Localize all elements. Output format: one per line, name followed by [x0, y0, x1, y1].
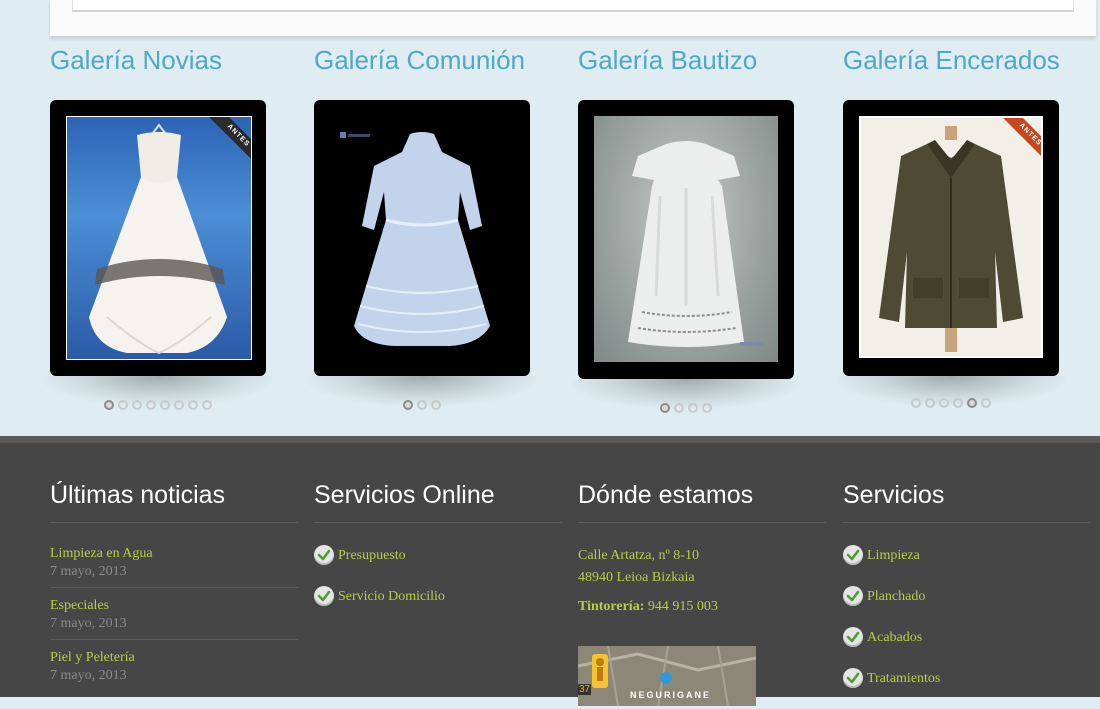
gallery-title-bautizo[interactable]: Galería Bautizo — [578, 40, 803, 80]
divider — [50, 522, 298, 523]
news-item: Especiales 7 mayo, 2013 — [50, 597, 298, 640]
slider-dot[interactable] — [702, 403, 712, 413]
divider — [843, 522, 1091, 523]
slider-dot[interactable] — [417, 400, 427, 410]
slider-dot[interactable] — [146, 400, 156, 410]
phone-label: Tintorería: — [578, 599, 645, 614]
online-link-presupuesto[interactable]: Presupuesto — [338, 547, 406, 565]
footer-services: Servicios Limpieza Planchado Acabados Tr… — [843, 443, 1091, 709]
gallery-photo-encerados[interactable]: ANTES — [859, 116, 1043, 358]
news-item: Piel y Peletería 7 mayo, 2013 — [50, 649, 298, 691]
service-link-row[interactable]: Acabados — [843, 627, 1091, 647]
footer-location: Dónde estamos Calle Artatza, nº 8-10 489… — [578, 443, 826, 706]
checkmark-icon — [314, 586, 334, 606]
slider-dot[interactable] — [674, 403, 684, 413]
slider-dot[interactable] — [104, 400, 114, 410]
footer-online-heading: Servicios Online — [314, 481, 495, 509]
checkmark-icon — [843, 545, 863, 565]
gallery-title-encerados[interactable]: Galería Encerados — [843, 40, 1068, 80]
slider-dot[interactable] — [939, 398, 949, 408]
news-item: Limpieza en Agua 7 mayo, 2013 — [50, 545, 298, 588]
checkmark-icon — [843, 668, 863, 688]
footer-online-services: Servicios Online Presupuesto Servicio Do… — [314, 443, 562, 627]
phone-line: Tintorería: 944 915 003 — [578, 599, 826, 615]
wedding-dress-image — [89, 123, 227, 355]
service-link-row[interactable]: Tratamientos — [843, 668, 1091, 688]
news-title[interactable]: Piel y Peletería — [50, 649, 298, 667]
divider — [578, 522, 826, 523]
footer-news: Últimas noticias Limpieza en Agua 7 mayo… — [50, 443, 298, 700]
address-line: Calle Artatza, nº 8-10 — [578, 548, 699, 563]
gallery-title-novias[interactable]: Galería Novias — [50, 40, 275, 80]
service-link-acabados[interactable]: Acabados — [867, 629, 922, 647]
checkmark-icon — [843, 627, 863, 647]
online-link-row[interactable]: Presupuesto — [314, 545, 562, 565]
slider-dot[interactable] — [981, 398, 991, 408]
top-content-panel — [50, 0, 1096, 37]
baptism-gown-image — [628, 141, 764, 347]
service-link-planchado[interactable]: Planchado — [867, 588, 925, 606]
slider-dot[interactable] — [403, 400, 413, 410]
footer-news-heading: Últimas noticias — [50, 481, 226, 509]
slider-dot[interactable] — [660, 403, 670, 413]
site-footer: Últimas noticias Limpieza en Agua 7 mayo… — [0, 436, 1100, 706]
online-link-domicilio[interactable]: Servicio Domicilio — [338, 588, 445, 606]
slider-dots-bautizo — [578, 403, 794, 413]
gallery-bautizo: Galería Bautizo — [572, 40, 803, 413]
service-link-row[interactable]: Limpieza — [843, 545, 1091, 565]
service-link-limpieza[interactable]: Limpieza — [867, 547, 920, 565]
slider-dot[interactable] — [953, 398, 963, 408]
news-date: 7 mayo, 2013 — [50, 564, 127, 579]
gallery-title-comunion[interactable]: Galería Comunión — [314, 40, 539, 80]
footer-location-heading: Dónde estamos — [578, 481, 754, 509]
footer-services-heading: Servicios — [843, 481, 945, 509]
service-link-row[interactable]: Planchado — [843, 586, 1091, 606]
gallery-encerados: Galería Encerados ANTES — [837, 40, 1068, 408]
gallery-frame-bautizo[interactable] — [578, 100, 794, 379]
slider-dot[interactable] — [967, 398, 977, 408]
slider-dot[interactable] — [118, 400, 128, 410]
gallery-novias: Galería Novias ANTES — [44, 40, 275, 410]
slider-dots-novias — [50, 400, 266, 410]
phone-number[interactable]: 944 915 003 — [648, 599, 718, 614]
address-line: 48940 Leioa Bizkaia — [578, 570, 695, 585]
location-map[interactable]: 37 NEGURIGANE — [578, 646, 756, 706]
slider-dot[interactable] — [202, 400, 212, 410]
gallery-photo-comunion[interactable] — [330, 116, 514, 358]
service-link-tratamientos[interactable]: Tratamientos — [867, 670, 940, 688]
waxed-jacket-image — [879, 126, 1023, 352]
slider-dots-encerados — [843, 398, 1059, 408]
slider-dot[interactable] — [688, 403, 698, 413]
slider-dot[interactable] — [160, 400, 170, 410]
gallery-frame-encerados[interactable]: ANTES — [843, 100, 1059, 376]
news-title[interactable]: Limpieza en Agua — [50, 545, 298, 563]
slider-dot[interactable] — [132, 400, 142, 410]
gallery-frame-comunion[interactable] — [314, 100, 530, 376]
gallery-photo-novias[interactable]: ANTES — [66, 116, 252, 360]
checkmark-icon — [843, 586, 863, 606]
gallery-comunion: Galería Comunión — [308, 40, 539, 410]
news-title[interactable]: Especiales — [50, 597, 298, 615]
slider-dot[interactable] — [188, 400, 198, 410]
news-date: 7 mayo, 2013 — [50, 616, 127, 631]
top-content-inner — [72, 0, 1074, 12]
divider — [314, 522, 562, 523]
communion-dress-image — [340, 132, 490, 346]
slider-dots-comunion — [314, 400, 530, 410]
slider-dot[interactable] — [925, 398, 935, 408]
slider-dot[interactable] — [911, 398, 921, 408]
gallery-photo-bautizo[interactable] — [594, 116, 778, 362]
news-date: 7 mayo, 2013 — [50, 668, 127, 683]
slider-dot[interactable] — [174, 400, 184, 410]
online-link-row[interactable]: Servicio Domicilio — [314, 586, 562, 606]
map-place-label: NEGURIGANE — [630, 690, 712, 700]
slider-dot[interactable] — [431, 400, 441, 410]
checkmark-icon — [314, 545, 334, 565]
gallery-frame-novias[interactable]: ANTES — [50, 100, 266, 376]
